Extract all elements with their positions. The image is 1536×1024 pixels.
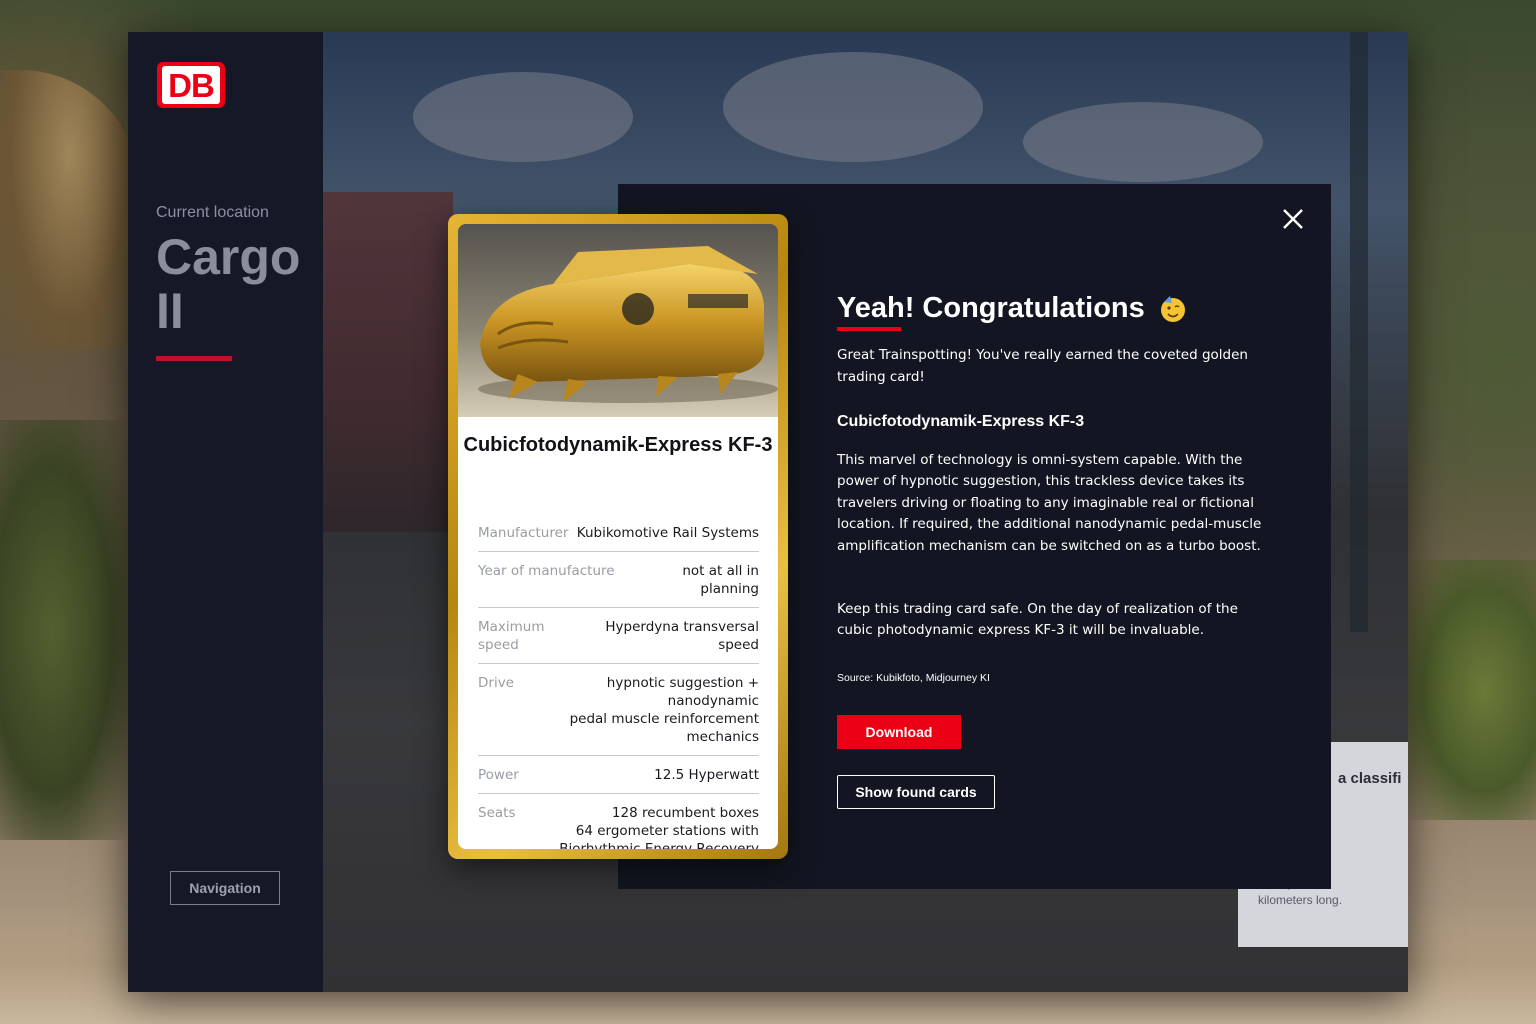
db-logo-text: DB: [168, 66, 215, 104]
trading-card-inner: Cubicfotodynamik-Express KF-3 Manufactur…: [458, 224, 778, 849]
background-info-heading: a classifi: [1338, 770, 1402, 787]
close-icon: [1283, 209, 1303, 229]
spec-value: 12.5 Hyperwatt: [654, 767, 759, 783]
sidebar: DB Current location Cargo II Navigation: [128, 32, 323, 992]
spec-key: Power: [478, 767, 519, 783]
smiling-face-with-party-icon: [1161, 296, 1185, 322]
spec-row-power: Power 12.5 Hyperwatt: [478, 756, 759, 794]
modal-card-name: Cubicfotodynamik-Express KF-3: [837, 413, 1085, 430]
current-location-name: Cargo II: [156, 229, 301, 339]
spec-row-speed: Maximum speed Hyperdyna transversal spee…: [478, 608, 759, 664]
spec-key: Seats: [478, 805, 516, 821]
image-source: Source: Kubikfoto, Midjourney KI: [837, 672, 990, 684]
spec-row-seats: Seats 128 recumbent boxes 64 ergometer s…: [478, 794, 759, 849]
close-button[interactable]: [1278, 204, 1308, 234]
spec-list: Manufacturer Kubikomotive Rail Systems Y…: [478, 514, 759, 849]
spec-key: Maximum speed: [478, 619, 545, 653]
spec-key: Manufacturer: [478, 525, 569, 541]
modal-title-underline: [837, 327, 901, 331]
spec-value: not at all in planning: [682, 563, 759, 597]
db-logo[interactable]: DB: [157, 62, 225, 108]
download-button[interactable]: Download: [837, 715, 961, 749]
background-foliage-right: [1406, 560, 1536, 820]
trading-card-title: Cubicfotodynamik-Express KF-3: [463, 434, 773, 456]
location-underline: [156, 356, 232, 361]
spec-row-manufacturer: Manufacturer Kubikomotive Rail Systems: [478, 514, 759, 552]
modal-title: Yeah! Congratulations: [837, 292, 1145, 324]
modal-intro-text: Great Trainspotting! You've really earne…: [837, 347, 1248, 385]
spec-key: Year of manufacture: [478, 563, 615, 579]
db-logo-inner: DB: [162, 66, 220, 104]
navigation-button[interactable]: Navigation: [170, 871, 280, 905]
current-location-label: Current location: [156, 204, 269, 221]
spec-row-year: Year of manufacture not at all in planni…: [478, 552, 759, 608]
spec-value: Hyperdyna transversal speed: [605, 619, 759, 653]
spec-value: 128 recumbent boxes 64 ergometer station…: [559, 805, 759, 849]
modal-keep-text: Keep this trading card safe. On the day …: [837, 601, 1238, 639]
modal-description: This marvel of technology is omni-system…: [837, 452, 1262, 554]
golden-train-image: [458, 224, 778, 417]
spec-key: Drive: [478, 675, 514, 691]
spec-row-drive: Drive hypnotic suggestion + nanodynamic …: [478, 664, 759, 756]
spec-value: hypnotic suggestion + nanodynamic pedal …: [569, 675, 759, 745]
spec-value: Kubikomotive Rail Systems: [576, 525, 759, 541]
background-foliage-left: [0, 420, 130, 840]
golden-trading-card: Cubicfotodynamik-Express KF-3 Manufactur…: [448, 214, 788, 859]
show-found-cards-button[interactable]: Show found cards: [837, 775, 995, 809]
